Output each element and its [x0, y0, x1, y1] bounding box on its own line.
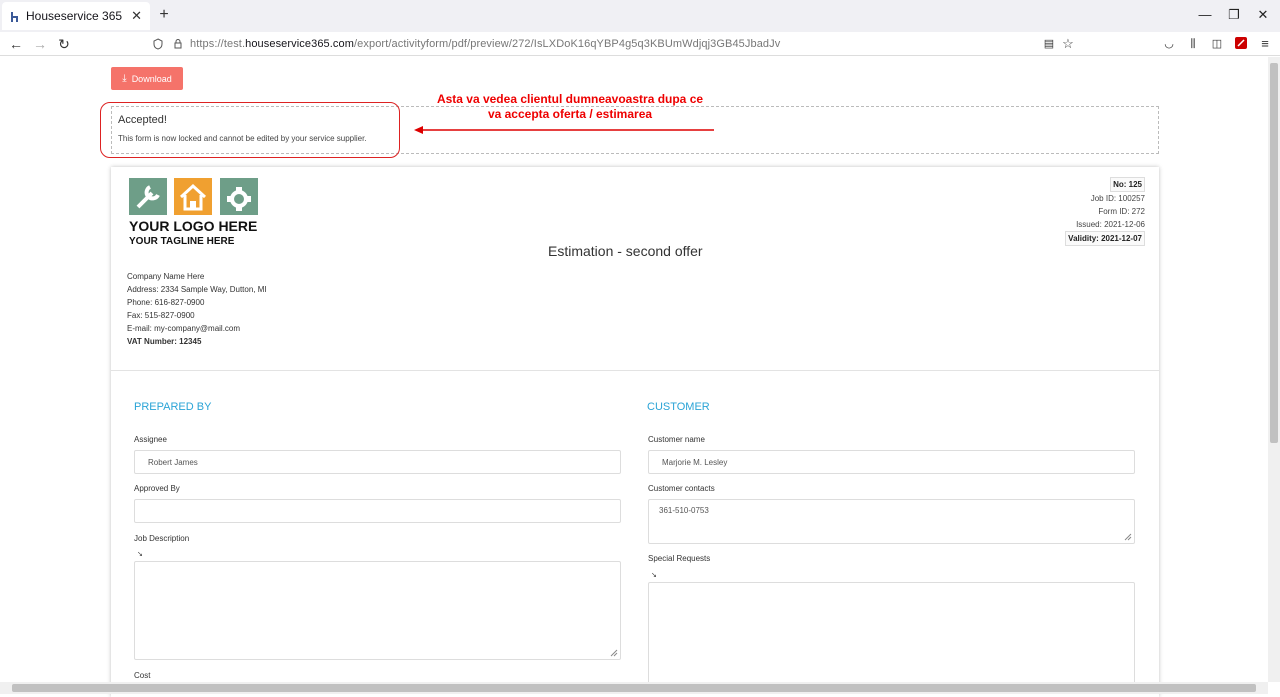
customer-contacts-label: Customer contacts [648, 484, 715, 493]
download-icon: ⤓ [122, 73, 127, 84]
horizontal-scrollbar[interactable] [0, 682, 1268, 694]
download-button[interactable]: ⤓ Download [111, 67, 183, 90]
company-vat: VAT Number: 12345 [127, 337, 202, 346]
resize-hint-icon: ↘ [651, 572, 657, 579]
restore-icon[interactable]: ❐ [1227, 7, 1241, 23]
assignee-value: Robert James [148, 457, 198, 467]
logo-icon [129, 178, 258, 215]
window-close-icon[interactable]: ✕ [1256, 7, 1270, 23]
prepared-by-heading: PREPARED BY [134, 401, 212, 413]
resize-hint-icon: ↘ [137, 551, 143, 558]
download-label: Download [131, 73, 172, 84]
tab-title: Houseservice 365 [26, 9, 123, 23]
shield-icon [153, 38, 163, 50]
vertical-scroll-thumb[interactable] [1270, 63, 1278, 443]
vertical-scrollbar[interactable] [1268, 57, 1280, 682]
menu-icon[interactable]: ≡ [1256, 35, 1274, 53]
customer-name-field[interactable]: Marjorie M. Lesley [648, 450, 1135, 474]
site-favicon-icon [10, 10, 20, 22]
company-phone: Phone: 616-827-0900 [127, 298, 205, 307]
validity-date: Validity: 2021-12-07 [1065, 231, 1145, 246]
url-bar[interactable]: https://test.houseservice365.com/export/… [152, 33, 1080, 55]
annotation-highlight [100, 102, 400, 158]
job-description-label: Job Description [134, 534, 190, 543]
annotation-text: Asta va vedea clientul dumneavoastra dup… [410, 92, 730, 122]
divider [111, 370, 1159, 371]
company-name: Company Name Here [127, 272, 205, 281]
cost-label: Cost [134, 671, 151, 680]
resize-grip-icon[interactable] [610, 649, 618, 657]
bookmark-star-icon[interactable]: ☆ [1059, 35, 1077, 53]
library-icon[interactable]: ⫼ [1184, 35, 1202, 53]
approved-by-field[interactable] [134, 499, 621, 523]
company-email: E-mail: my-company@mail.com [127, 324, 241, 333]
reload-icon[interactable]: ↻ [55, 35, 73, 53]
url-text[interactable]: https://test.houseservice365.com/export/… [190, 38, 780, 50]
annotation-line-1: Asta va vedea clientul dumneavoastra dup… [436, 92, 704, 106]
issued-date: Issued: 2021-12-06 [1076, 220, 1145, 229]
special-requests-label: Special Requests [648, 554, 711, 563]
browser-tab[interactable]: Houseservice 365 ✕ [2, 2, 150, 30]
customer-name-value: Marjorie M. Lesley [662, 457, 728, 467]
job-id: Job ID: 100257 [1090, 194, 1145, 203]
annotation-line-2: va accepta oferta / estimarea [487, 107, 653, 121]
customer-heading: CUSTOMER [647, 401, 710, 413]
assignee-field[interactable]: Robert James [134, 450, 621, 474]
special-requests-field[interactable] [648, 582, 1135, 692]
logo-text: YOUR LOGO HERE [129, 218, 258, 234]
reader-view-icon[interactable]: ▤ [1040, 35, 1058, 53]
horizontal-scroll-thumb[interactable] [12, 684, 1256, 692]
logo-tagline: YOUR TAGLINE HERE [129, 236, 235, 247]
new-tab-icon[interactable]: + [156, 6, 172, 24]
close-tab-icon[interactable]: ✕ [131, 8, 142, 24]
minimize-icon[interactable]: — [1198, 7, 1212, 22]
back-icon[interactable]: ← [7, 35, 25, 53]
document-number: No: 125 [1110, 177, 1145, 192]
extension-icon[interactable] [1232, 35, 1250, 53]
navigation-bar: ← → ↻ https://test.houseservice365.com/e… [0, 32, 1280, 56]
assignee-label: Assignee [134, 435, 167, 444]
customer-contacts-field[interactable]: 361-510-0753 [648, 499, 1135, 544]
customer-contacts-value: 361-510-0753 [659, 506, 709, 515]
customer-name-label: Customer name [648, 435, 705, 444]
document-title: Estimation - second offer [548, 243, 703, 259]
document-meta: No: 125 Job ID: 100257 Form ID: 272 Issu… [1065, 177, 1145, 246]
company-address: Address: 2334 Sample Way, Dutton, MI [127, 285, 267, 294]
company-info: Company Name Here Address: 2334 Sample W… [127, 270, 267, 348]
pocket-icon[interactable]: ◡ [1160, 35, 1178, 53]
job-description-field[interactable] [134, 561, 621, 660]
resize-grip-icon[interactable] [1124, 533, 1132, 541]
tab-bar: Houseservice 365 ✕ + — ❐ ✕ [0, 0, 1280, 32]
lock-icon [174, 39, 182, 49]
forward-icon[interactable]: → [31, 35, 49, 53]
company-fax: Fax: 515-827-0900 [127, 311, 195, 320]
form-id: Form ID: 272 [1098, 207, 1145, 216]
approved-by-label: Approved By [134, 484, 180, 493]
sidebar-icon[interactable]: ◫ [1208, 35, 1226, 53]
annotation-arrow-icon [414, 126, 714, 134]
